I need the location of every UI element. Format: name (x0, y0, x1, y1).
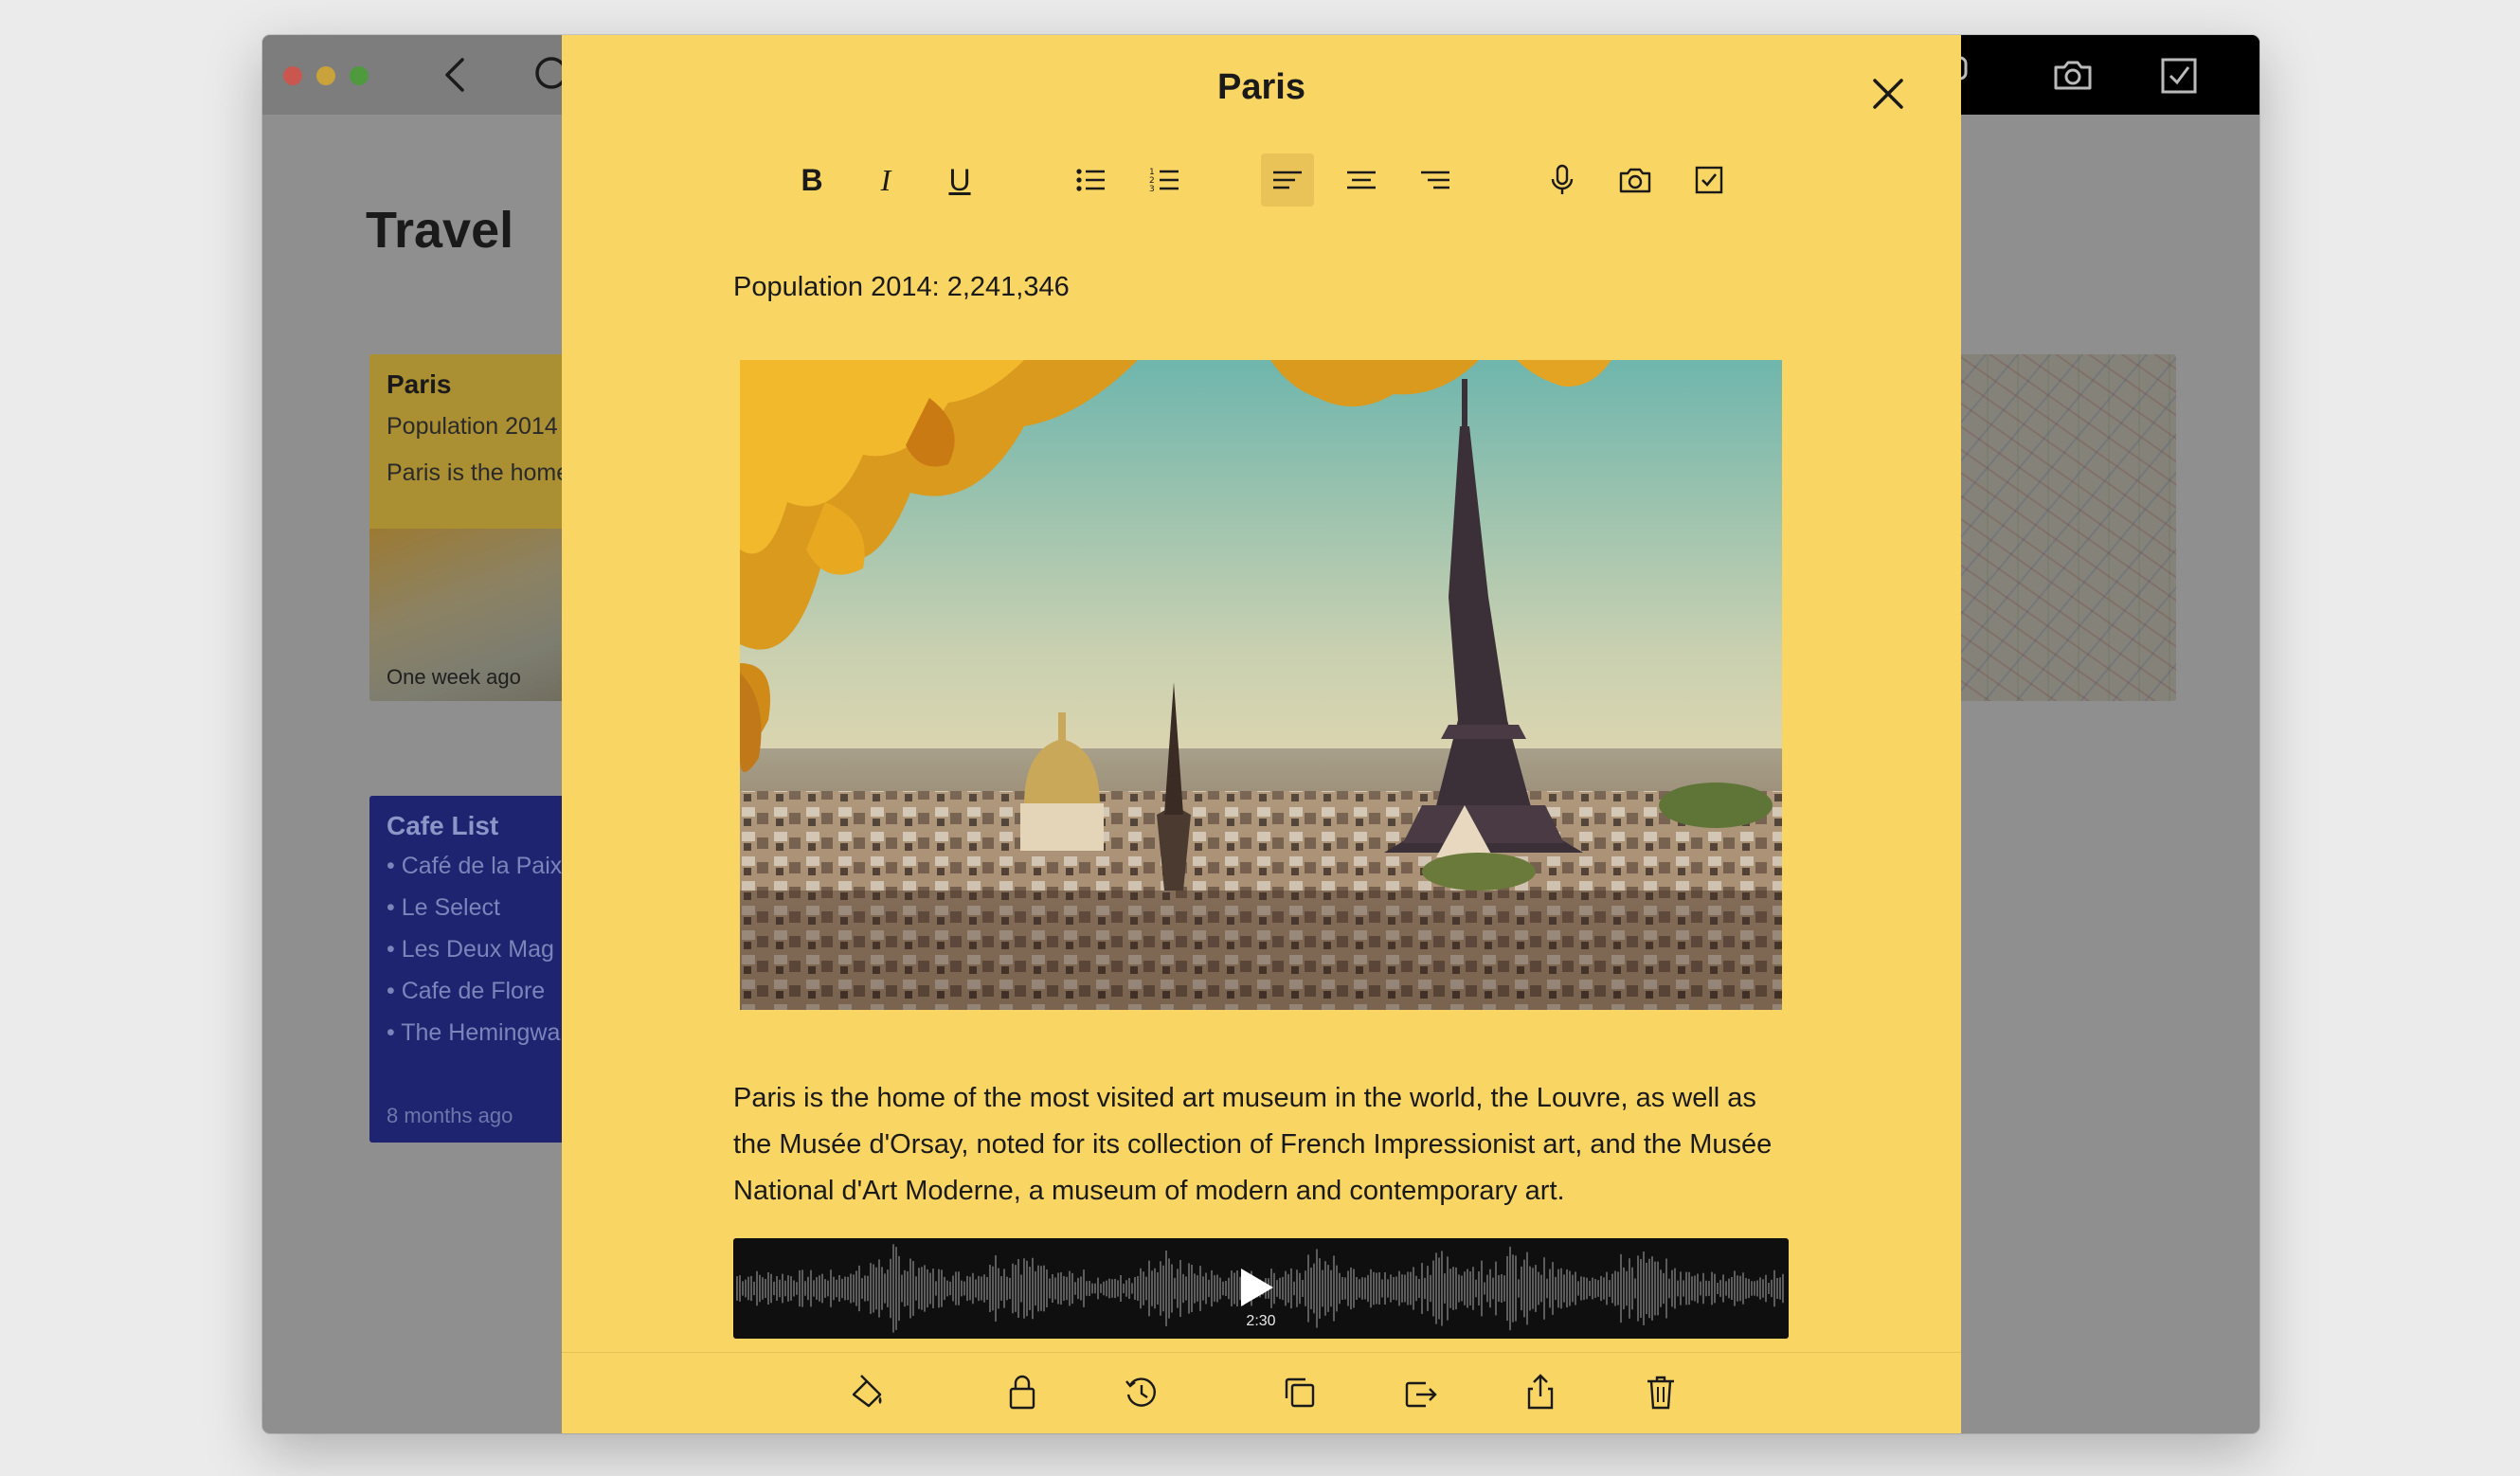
delete-button[interactable] (1638, 1370, 1683, 1415)
titlebar-toolbar (1953, 35, 2259, 115)
note-editor: Paris B I U 1 2 3 Population 2014: 2,241… (562, 35, 1961, 1433)
color-button[interactable] (844, 1370, 890, 1415)
bold-label: B (801, 162, 823, 197)
italic-button[interactable]: I (859, 153, 912, 207)
back-icon[interactable] (438, 56, 476, 94)
insert-photo-button[interactable] (1609, 153, 1662, 207)
underline-button[interactable]: U (933, 153, 986, 207)
align-right-button[interactable] (1409, 153, 1462, 207)
audio-duration: 2:30 (1246, 1313, 1276, 1329)
checkbox-icon[interactable] (2157, 54, 2201, 98)
numbered-list-icon: 1 2 3 (1149, 168, 1179, 194)
page-title: Travel (366, 202, 514, 259)
lock-icon (1009, 1375, 1035, 1410)
svg-text:3: 3 (1149, 185, 1155, 194)
zoom-window-button[interactable] (350, 66, 369, 85)
note-card-date: 8 months ago (387, 1104, 513, 1127)
trash-icon (1647, 1376, 1674, 1410)
list-item: • The Hemingwa (387, 1019, 561, 1046)
paint-bucket-icon (852, 1375, 882, 1408)
checkbox-icon (1695, 166, 1723, 194)
align-center-icon (1347, 171, 1376, 189)
duplicate-icon (1285, 1377, 1315, 1408)
record-audio-button[interactable] (1536, 153, 1589, 207)
population-text[interactable]: Population 2014: 2,241,346 (733, 272, 1070, 303)
share-button[interactable] (1518, 1370, 1563, 1415)
play-icon[interactable] (1237, 1267, 1275, 1308)
microphone-icon (1551, 164, 1574, 194)
note-card-map[interactable] (1958, 354, 2176, 701)
share-icon (1527, 1374, 1554, 1410)
list-item: • Le Select (387, 894, 500, 921)
history-icon (1125, 1377, 1156, 1407)
align-left-button[interactable] (1261, 153, 1314, 207)
note-card-line: Paris is the home (387, 459, 570, 486)
eiffel-tower-photo (740, 360, 1782, 1010)
history-button[interactable] (1119, 1370, 1164, 1415)
note-card-line: Population 2014 (387, 413, 558, 440)
list-item: • Les Deux Mag (387, 936, 554, 963)
camera-icon[interactable] (2051, 54, 2095, 98)
note-photo[interactable] (740, 360, 1782, 1010)
numbered-list-button[interactable]: 1 2 3 (1139, 153, 1192, 207)
close-window-button[interactable] (283, 66, 302, 85)
note-card-title: Cafe List (387, 811, 499, 840)
align-right-icon (1421, 171, 1449, 189)
italic-label: I (880, 162, 891, 197)
align-left-icon (1273, 171, 1302, 189)
move-icon (1405, 1381, 1437, 1408)
list-item: • Café de la Paix (387, 853, 563, 879)
note-card-date: One week ago (387, 665, 521, 689)
minimize-window-button[interactable] (316, 66, 335, 85)
note-card-title: Paris (387, 369, 452, 399)
underline-label: U (948, 162, 971, 197)
checklist-button[interactable] (1683, 153, 1736, 207)
note-actions-bar (562, 1352, 1961, 1433)
bullet-list-button[interactable] (1065, 153, 1118, 207)
list-item: • Cafe de Flore (387, 978, 546, 1004)
bullet-list-icon (1076, 169, 1105, 191)
bold-button[interactable]: B (785, 153, 838, 207)
lock-button[interactable] (999, 1370, 1045, 1415)
move-button[interactable] (1397, 1370, 1443, 1415)
audio-player[interactable]: 2:30 (733, 1238, 1789, 1339)
note-body[interactable]: Paris is the home of the most visited ar… (733, 1075, 1794, 1215)
duplicate-button[interactable] (1277, 1370, 1323, 1415)
note-title: Paris (1217, 67, 1305, 107)
close-icon[interactable] (1867, 73, 1909, 115)
align-center-button[interactable] (1335, 153, 1388, 207)
camera-icon (1619, 168, 1651, 193)
